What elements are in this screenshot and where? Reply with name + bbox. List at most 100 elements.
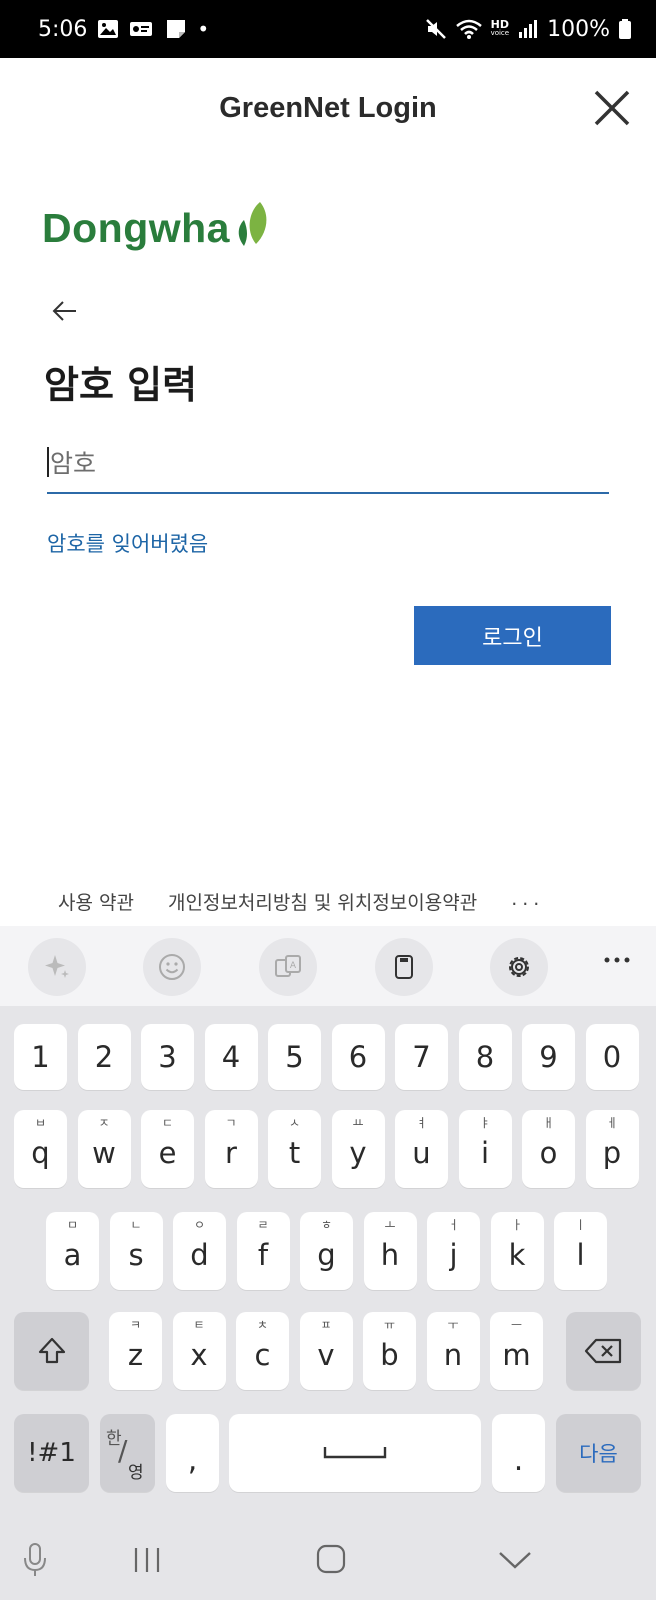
space-key[interactable] — [229, 1414, 481, 1492]
key-label: h — [380, 1238, 400, 1272]
key-6[interactable]: 6 — [331, 1024, 385, 1090]
microphone-icon[interactable] — [22, 1542, 48, 1578]
backspace-key[interactable] — [566, 1312, 641, 1390]
key-hint: ㅈ — [98, 1116, 110, 1130]
key-y[interactable]: ㅛy — [331, 1110, 385, 1188]
key-hint: ㅓ — [447, 1218, 460, 1232]
key-label: 0 — [602, 1040, 622, 1074]
clipboard-button[interactable] — [375, 938, 433, 996]
next-key[interactable]: 다음 — [556, 1414, 641, 1492]
key-5[interactable]: 5 — [268, 1024, 321, 1090]
key-label: s — [128, 1238, 144, 1272]
key-label: 8 — [475, 1040, 495, 1074]
keyboard-settings-button[interactable] — [490, 938, 548, 996]
app-screen: 5:06 • HD voice 100% GreenNet Login Dong… — [0, 0, 656, 1600]
key-x[interactable]: ㅌx — [172, 1312, 226, 1390]
shift-icon — [38, 1337, 65, 1364]
notification-dot-icon: • — [197, 17, 210, 41]
back-arrow-icon[interactable] — [50, 296, 80, 326]
key-a[interactable]: ㅁa — [46, 1212, 99, 1290]
key-3[interactable]: 3 — [141, 1024, 194, 1090]
leaf-icon — [238, 202, 267, 246]
key-1[interactable]: 1 — [14, 1024, 67, 1090]
close-icon[interactable] — [590, 86, 634, 130]
more-icon[interactable] — [604, 956, 630, 964]
emoji-button[interactable] — [143, 938, 201, 996]
key-0[interactable]: 0 — [585, 1024, 639, 1090]
key-hint: ㅡ — [510, 1318, 523, 1332]
key-label: b — [380, 1338, 399, 1372]
recent-apps-icon[interactable] — [132, 1546, 162, 1574]
key-label: o — [539, 1136, 558, 1170]
period-key[interactable]: . — [492, 1414, 545, 1492]
key-7[interactable]: 7 — [395, 1024, 448, 1090]
forgot-password-link[interactable]: 암호를 잊어버렸음 — [47, 528, 208, 558]
key-4[interactable]: 4 — [204, 1024, 258, 1090]
key-k[interactable]: ㅏk — [490, 1212, 544, 1290]
key-s[interactable]: ㄴs — [109, 1212, 163, 1290]
key-label: y — [349, 1136, 367, 1170]
key-label: x — [190, 1338, 208, 1372]
footer-links: 사용 약관 개인정보처리방침 및 위치정보이용약관 ... — [58, 888, 544, 915]
note-icon — [167, 20, 186, 38]
key-o[interactable]: ㅐo — [522, 1110, 575, 1188]
key-i[interactable]: ㅑi — [458, 1110, 512, 1188]
home-icon[interactable] — [316, 1544, 346, 1574]
key-g[interactable]: ㅎg — [300, 1212, 353, 1290]
key-w[interactable]: ㅈw — [77, 1110, 131, 1188]
clipboard-icon — [395, 955, 413, 979]
key-l[interactable]: ㅣl — [554, 1212, 607, 1290]
key-label: n — [443, 1338, 463, 1372]
key-e[interactable]: ㄷe — [141, 1110, 194, 1188]
key-b[interactable]: ㅠb — [363, 1312, 416, 1390]
gear-icon — [509, 957, 529, 977]
comma-key[interactable]: , — [166, 1414, 219, 1492]
key-p[interactable]: ㅔp — [585, 1110, 639, 1188]
page-title: 암호 입력 — [44, 363, 198, 407]
chevron-down-icon[interactable] — [498, 1550, 532, 1570]
shift-key[interactable] — [14, 1312, 89, 1390]
key-u[interactable]: ㅕu — [395, 1110, 448, 1188]
key-c[interactable]: ㅊc — [236, 1312, 289, 1390]
key-8[interactable]: 8 — [458, 1024, 512, 1090]
key-m[interactable]: ㅡm — [490, 1312, 543, 1390]
symbols-key[interactable]: !#1 — [14, 1414, 89, 1492]
terms-link[interactable]: 사용 약관 — [58, 888, 134, 915]
key-h[interactable]: ㅗh — [363, 1212, 417, 1290]
key-label: 9 — [539, 1040, 558, 1074]
gallery-icon — [98, 20, 119, 38]
key-r[interactable]: ㄱr — [204, 1110, 258, 1188]
key-hint: ㅍ — [320, 1318, 332, 1332]
key-t[interactable]: ㅅt — [268, 1110, 321, 1188]
key-f[interactable]: ㄹf — [236, 1212, 290, 1290]
login-button[interactable]: 로그인 — [414, 606, 611, 665]
footer-more-button[interactable]: ... — [511, 888, 544, 915]
translate-button[interactable]: A — [259, 938, 317, 996]
key-n[interactable]: ㅜn — [426, 1312, 480, 1390]
key-j[interactable]: ㅓj — [427, 1212, 480, 1290]
key-hint: ㅕ — [415, 1116, 428, 1130]
key-v[interactable]: ㅍv — [299, 1312, 353, 1390]
key-hint: ㅣ — [574, 1218, 587, 1232]
language-switch-key[interactable]: 한 / 영 — [100, 1414, 155, 1492]
privacy-link[interactable]: 개인정보처리방침 및 위치정보이용약관 — [168, 888, 477, 915]
password-input[interactable]: 암호 — [47, 432, 609, 494]
key-label: c — [254, 1338, 271, 1372]
key-hint: ㅂ — [34, 1116, 47, 1130]
key-label: i — [480, 1136, 490, 1170]
keyboard-toolbar: A — [0, 926, 656, 1006]
slash-glyph: / — [118, 1434, 128, 1467]
key-z[interactable]: ㅋz — [109, 1312, 162, 1390]
hd-voice-icon: HD voice — [490, 18, 510, 37]
ai-sparkle-button[interactable] — [28, 938, 86, 996]
key-label: r — [225, 1136, 237, 1170]
key-label: u — [412, 1136, 431, 1170]
key-hint: ㅇ — [193, 1218, 206, 1232]
page-header-title: GreenNet Login — [219, 92, 437, 124]
key-d[interactable]: ㅇd — [173, 1212, 226, 1290]
key-9[interactable]: 9 — [522, 1024, 575, 1090]
mute-icon — [425, 19, 446, 39]
key-2[interactable]: 2 — [77, 1024, 131, 1090]
key-hint: ㅗ — [384, 1218, 396, 1232]
key-q[interactable]: ㅂq — [14, 1110, 67, 1188]
